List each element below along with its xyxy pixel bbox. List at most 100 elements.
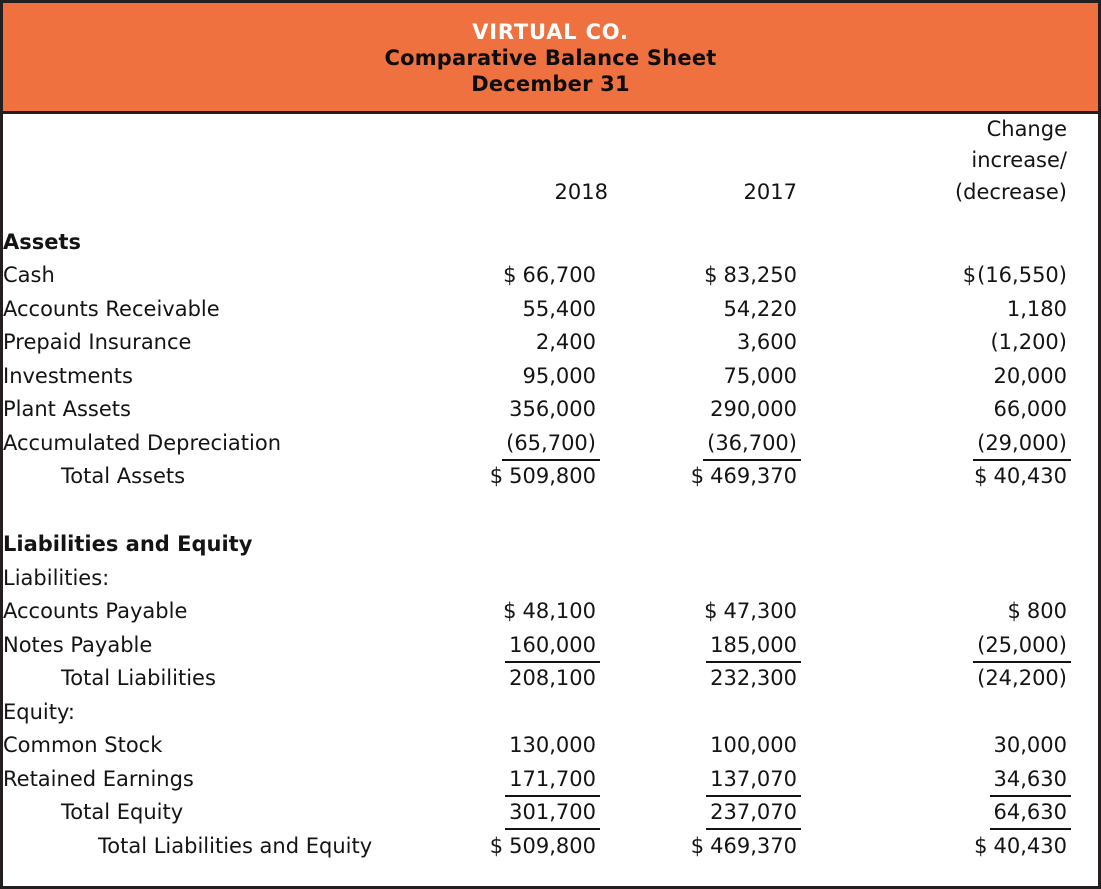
cell-change: 800$ bbox=[838, 590, 1098, 624]
currency-symbol: $ bbox=[1008, 599, 1021, 623]
cell-2018-value: 160,000 bbox=[509, 633, 596, 657]
cell-change bbox=[838, 556, 1098, 590]
cell-2017: 54,220 bbox=[658, 287, 838, 321]
cell-change: 40,430$ bbox=[838, 455, 1098, 489]
cell-2017: 469,370$ bbox=[658, 824, 838, 858]
column-header-change: Change increase/ (decrease) bbox=[838, 114, 1098, 208]
table-row: Total Assets 509,800$ 469,370$ 40,430$ bbox=[3, 455, 1098, 489]
cell-change: 34,630 bbox=[838, 757, 1098, 791]
statement-period: December 31 bbox=[471, 71, 630, 97]
section-spacer bbox=[3, 488, 1098, 510]
row-label: Total Equity bbox=[3, 791, 478, 825]
row-label: Accounts Receivable bbox=[3, 287, 478, 321]
row-label: Cash bbox=[3, 254, 478, 288]
table-row: Total Liabilities208,100232,300(24,200) bbox=[3, 657, 1098, 691]
cell-2017-value: 47,300$ bbox=[724, 599, 797, 623]
currency-symbol: $ bbox=[974, 464, 987, 488]
currency-symbol: $ bbox=[490, 464, 503, 488]
cell-2018: 509,800$ bbox=[478, 455, 658, 489]
cell-2018: 95,000 bbox=[478, 354, 658, 388]
cell-2018: (65,700) bbox=[478, 421, 658, 455]
balance-sheet-table-wrap: 2018 2017 Change increase/ (decrease) As… bbox=[3, 114, 1098, 858]
cell-2018-value: 509,800$ bbox=[509, 834, 596, 858]
row-label: Common Stock bbox=[3, 724, 478, 758]
row-label: Accumulated Depreciation bbox=[3, 421, 478, 455]
currency-symbol: $ bbox=[704, 263, 717, 287]
row-label: Retained Earnings bbox=[3, 757, 478, 791]
section-header-empty-cell bbox=[478, 208, 658, 254]
cell-2017: 237,070 bbox=[658, 791, 838, 825]
section-header-empty-cell bbox=[478, 510, 658, 556]
cell-change-value: (24,200) bbox=[977, 666, 1067, 690]
table-row: Accounts Payable48,100$47,300$800$ bbox=[3, 590, 1098, 624]
cell-2018 bbox=[478, 690, 658, 724]
cell-2017: (36,700) bbox=[658, 421, 838, 455]
table-row: Investments95,000 75,000 20,000 bbox=[3, 354, 1098, 388]
column-header-row: 2018 2017 Change increase/ (decrease) bbox=[3, 114, 1098, 208]
cell-2018: 130,000 bbox=[478, 724, 658, 758]
cell-2018-value: (65,700) bbox=[506, 431, 596, 455]
cell-2017-value: 137,070 bbox=[710, 767, 797, 791]
cell-2018-value: 208,100 bbox=[509, 666, 596, 690]
cell-2018: 55,400 bbox=[478, 287, 658, 321]
table-row: Prepaid Insurance2,4003,600(1,200) bbox=[3, 321, 1098, 355]
cell-2017: 100,000 bbox=[658, 724, 838, 758]
row-label: Total Liabilities and Equity bbox=[3, 824, 478, 858]
row-label: Equity: bbox=[3, 690, 478, 724]
cell-2018-value: 55,400 bbox=[523, 297, 596, 321]
cell-2018-value: 509,800$ bbox=[509, 464, 596, 488]
cell-change-value: 20,000 bbox=[994, 364, 1067, 388]
section-header-empty-cell bbox=[838, 208, 1098, 254]
section-title: Assets bbox=[3, 208, 478, 254]
statement-header-banner: VIRTUAL CO. Comparative Balance Sheet De… bbox=[3, 3, 1098, 114]
table-row: Total Liabilities and Equity 509,800$ 469,… bbox=[3, 824, 1098, 858]
cell-2017-value: 469,370$ bbox=[710, 834, 797, 858]
cell-change-value: 34,630 bbox=[994, 767, 1067, 791]
currency-symbol: $ bbox=[503, 263, 516, 287]
cell-change-value: 66,000 bbox=[994, 397, 1067, 421]
cell-2018-value: 48,100$ bbox=[523, 599, 596, 623]
table-row: Plant Assets356,000290,00066,000 bbox=[3, 388, 1098, 422]
currency-symbol: $ bbox=[704, 599, 717, 623]
cell-2017 bbox=[658, 556, 838, 590]
column-header-2017: 2017 bbox=[658, 114, 838, 208]
cell-change-value: 800$ bbox=[1027, 599, 1067, 623]
section-header-empty-cell bbox=[658, 510, 838, 556]
table-row: Retained Earnings171,700137,07034,630 bbox=[3, 757, 1098, 791]
cell-2017-value: (36,700) bbox=[707, 431, 797, 455]
table-row: Notes Payable160,000185,000(25,000) bbox=[3, 623, 1098, 657]
table-row: Total Equity301,700237,07064,630 bbox=[3, 791, 1098, 825]
cell-2017: 469,370$ bbox=[658, 455, 838, 489]
column-header-2018: 2018 bbox=[478, 114, 658, 208]
cell-2018-value: 66,700$ bbox=[523, 263, 596, 287]
cell-2017: 290,000 bbox=[658, 388, 838, 422]
spacer-cell bbox=[3, 488, 1098, 510]
cell-2018-value: 356,000 bbox=[509, 397, 596, 421]
cell-change: 40,430$ bbox=[838, 824, 1098, 858]
cell-2018: 301,700 bbox=[478, 791, 658, 825]
cell-2017-value: 237,070 bbox=[710, 800, 797, 824]
cell-2018 bbox=[478, 556, 658, 590]
cell-change: (16,550)$ bbox=[838, 254, 1098, 288]
currency-symbol: $ bbox=[974, 834, 987, 858]
table-row: Cash66,700$83,250$(16,550)$ bbox=[3, 254, 1098, 288]
cell-2017-value: 75,000 bbox=[724, 364, 797, 388]
comparative-balance-sheet-table: 2018 2017 Change increase/ (decrease) As… bbox=[3, 114, 1098, 858]
row-label: Total Assets bbox=[3, 455, 478, 489]
row-label: Investments bbox=[3, 354, 478, 388]
statement-title: Comparative Balance Sheet bbox=[384, 45, 716, 71]
cell-2017: 185,000 bbox=[658, 623, 838, 657]
cell-2017: 3,600 bbox=[658, 321, 838, 355]
cell-change-value: (1,200) bbox=[990, 330, 1067, 354]
cell-2018: 208,100 bbox=[478, 657, 658, 691]
table-header: 2018 2017 Change increase/ (decrease) bbox=[3, 114, 1098, 208]
cell-2018: 509,800$ bbox=[478, 824, 658, 858]
currency-symbol: $ bbox=[691, 464, 704, 488]
cell-2017-value: 469,370$ bbox=[710, 464, 797, 488]
cell-change-value: 30,000 bbox=[994, 733, 1067, 757]
cell-change-value: (25,000) bbox=[977, 633, 1067, 657]
cell-change bbox=[838, 690, 1098, 724]
column-header-label bbox=[3, 114, 478, 208]
section-title: Liabilities and Equity bbox=[3, 510, 478, 556]
cell-change: 30,000 bbox=[838, 724, 1098, 758]
